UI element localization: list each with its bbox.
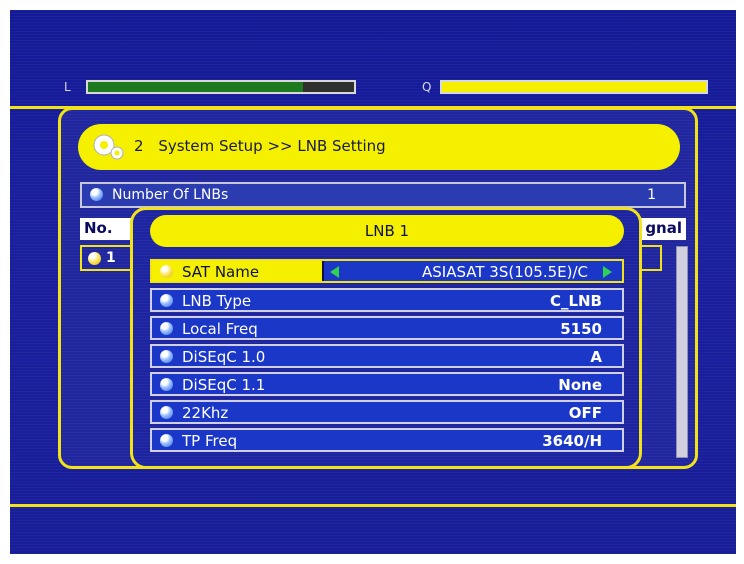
diseqc-10-value: A <box>590 348 602 366</box>
level-meter-letter: L <box>64 80 71 94</box>
quality-meter-letter: Q <box>422 80 432 94</box>
column-header-no: No. <box>80 218 132 240</box>
bullet-icon <box>160 350 173 363</box>
breadcrumb-text: System Setup >> LNB Setting <box>158 137 386 155</box>
bullet-icon <box>88 252 101 265</box>
bullet-icon <box>90 188 103 201</box>
22khz-label: 22Khz <box>182 404 229 422</box>
diseqc-11-row[interactable]: DiSEqC 1.1 None <box>150 372 624 396</box>
local-freq-label: Local Freq <box>182 320 258 338</box>
diseqc-10-label: DiSEqC 1.0 <box>182 348 266 366</box>
bullet-icon <box>160 434 173 447</box>
menu-number: 2 <box>134 137 144 155</box>
table-row[interactable]: 1 <box>80 245 136 271</box>
selection-divider <box>322 261 324 281</box>
table-row-signal-cell <box>640 245 662 271</box>
lnb-type-row[interactable]: LNB Type C_LNB <box>150 288 624 312</box>
tp-freq-label: TP Freq <box>182 432 238 450</box>
22khz-row[interactable]: 22Khz OFF <box>150 400 624 424</box>
bullet-icon <box>160 294 173 307</box>
diseqc-11-label: DiSEqC 1.1 <box>182 376 266 394</box>
diseqc-10-row[interactable]: DiSEqC 1.0 A <box>150 344 624 368</box>
screen-frame: L Q 2 System Setup >> LNB Setting Number… <box>0 0 744 564</box>
page-header: 2 System Setup >> LNB Setting <box>78 124 680 170</box>
breadcrumb: 2 System Setup >> LNB Setting <box>134 137 386 155</box>
column-header-signal: gnal <box>640 218 686 240</box>
tp-freq-value: 3640/H <box>542 432 602 450</box>
number-of-lnbs-label: Number Of LNBs <box>112 187 229 203</box>
arrow-left-icon[interactable] <box>330 266 339 278</box>
bullet-icon <box>160 265 173 278</box>
arrow-right-icon[interactable] <box>603 266 612 278</box>
signal-level-meter <box>86 80 356 94</box>
scrollbar[interactable] <box>676 246 688 458</box>
signal-quality-fill <box>442 82 706 92</box>
column-header-no-label: No. <box>84 219 113 237</box>
sat-name-row[interactable]: SAT Name ASIASAT 3S(105.5E)/C <box>150 259 624 283</box>
bullet-icon <box>160 406 173 419</box>
gear-icon <box>93 134 124 160</box>
diseqc-11-value: None <box>558 376 602 394</box>
column-header-signal-label: gnal <box>645 219 682 237</box>
22khz-value: OFF <box>568 404 602 422</box>
bullet-icon <box>160 378 173 391</box>
bullet-icon <box>160 322 173 335</box>
lnb-type-label: LNB Type <box>182 292 252 310</box>
local-freq-value: 5150 <box>560 320 602 338</box>
sat-name-value: ASIASAT 3S(105.5E)/C <box>421 263 588 281</box>
table-row-number: 1 <box>106 250 116 266</box>
popup-title: LNB 1 <box>150 215 624 247</box>
bottom-divider-line <box>10 504 736 507</box>
tp-freq-row[interactable]: TP Freq 3640/H <box>150 428 624 452</box>
number-of-lnbs-value: 1 <box>647 187 656 203</box>
number-of-lnbs-row[interactable]: Number Of LNBs 1 <box>80 182 686 208</box>
signal-quality-meter <box>440 80 708 94</box>
local-freq-row[interactable]: Local Freq 5150 <box>150 316 624 340</box>
signal-level-fill <box>88 82 304 92</box>
sat-name-label: SAT Name <box>182 263 260 281</box>
lnb-type-value: C_LNB <box>549 292 602 310</box>
